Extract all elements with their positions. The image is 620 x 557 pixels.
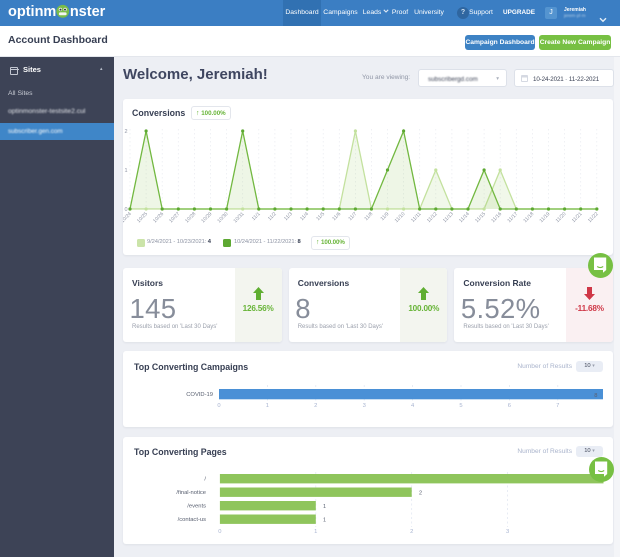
svg-text:11/14: 11/14	[458, 211, 471, 224]
svg-text:11/13: 11/13	[442, 211, 455, 224]
svg-text:/: /	[204, 477, 206, 483]
svg-text:11/6: 11/6	[331, 211, 342, 222]
svg-text:6: 6	[508, 403, 511, 409]
svg-text:10/25: 10/25	[136, 211, 149, 224]
svg-text:10/30: 10/30	[216, 211, 229, 224]
svg-text:11/21: 11/21	[571, 211, 584, 224]
svg-text:2: 2	[410, 529, 413, 535]
svg-text:COVID-19: COVID-19	[186, 392, 213, 398]
svg-text:11/22: 11/22	[587, 211, 600, 224]
svg-text:10/28: 10/28	[184, 211, 197, 224]
svg-text:1: 1	[323, 518, 326, 524]
svg-text:0: 0	[218, 529, 221, 535]
svg-text:10/31: 10/31	[233, 211, 246, 224]
svg-text:1: 1	[314, 529, 317, 535]
svg-text:3: 3	[506, 529, 509, 535]
svg-text:1: 1	[323, 504, 326, 510]
svg-text:11/17: 11/17	[506, 211, 519, 224]
svg-text:/contact-us: /contact-us	[178, 517, 206, 523]
svg-text:8: 8	[594, 393, 597, 399]
svg-text:11/4: 11/4	[299, 211, 310, 222]
svg-text:11/12: 11/12	[426, 211, 439, 224]
svg-text:11/10: 11/10	[394, 211, 407, 224]
svg-text:1: 1	[124, 168, 127, 174]
svg-text:11/9: 11/9	[380, 211, 391, 222]
svg-text:2: 2	[314, 403, 317, 409]
svg-text:11/5: 11/5	[315, 211, 326, 222]
svg-text:11/11: 11/11	[410, 211, 423, 224]
svg-text:/events: /events	[187, 504, 206, 510]
svg-text:10/24: 10/24	[123, 211, 133, 224]
svg-text:11/7: 11/7	[347, 211, 358, 222]
svg-text:2: 2	[419, 491, 422, 497]
svg-text:11/2: 11/2	[267, 211, 278, 222]
svg-text:0: 0	[217, 403, 220, 409]
svg-text:11/3: 11/3	[283, 211, 294, 222]
svg-text:5: 5	[459, 403, 462, 409]
svg-text:11/16: 11/16	[490, 211, 503, 224]
svg-text:3: 3	[363, 403, 366, 409]
svg-text:2: 2	[124, 129, 127, 135]
svg-text:10/27: 10/27	[168, 211, 181, 224]
svg-text:10/29: 10/29	[200, 211, 213, 224]
svg-text:11/15: 11/15	[474, 211, 487, 224]
svg-text:/final-notice: /final-notice	[176, 490, 206, 496]
svg-text:7: 7	[556, 403, 559, 409]
svg-text:10/26: 10/26	[152, 211, 165, 224]
svg-text:11/8: 11/8	[363, 211, 374, 222]
svg-text:11/20: 11/20	[555, 211, 568, 224]
svg-text:1: 1	[266, 403, 269, 409]
svg-text:11/1: 11/1	[251, 211, 262, 222]
svg-text:11/19: 11/19	[539, 211, 552, 224]
svg-text:4: 4	[411, 403, 415, 409]
svg-text:11/18: 11/18	[522, 211, 535, 224]
